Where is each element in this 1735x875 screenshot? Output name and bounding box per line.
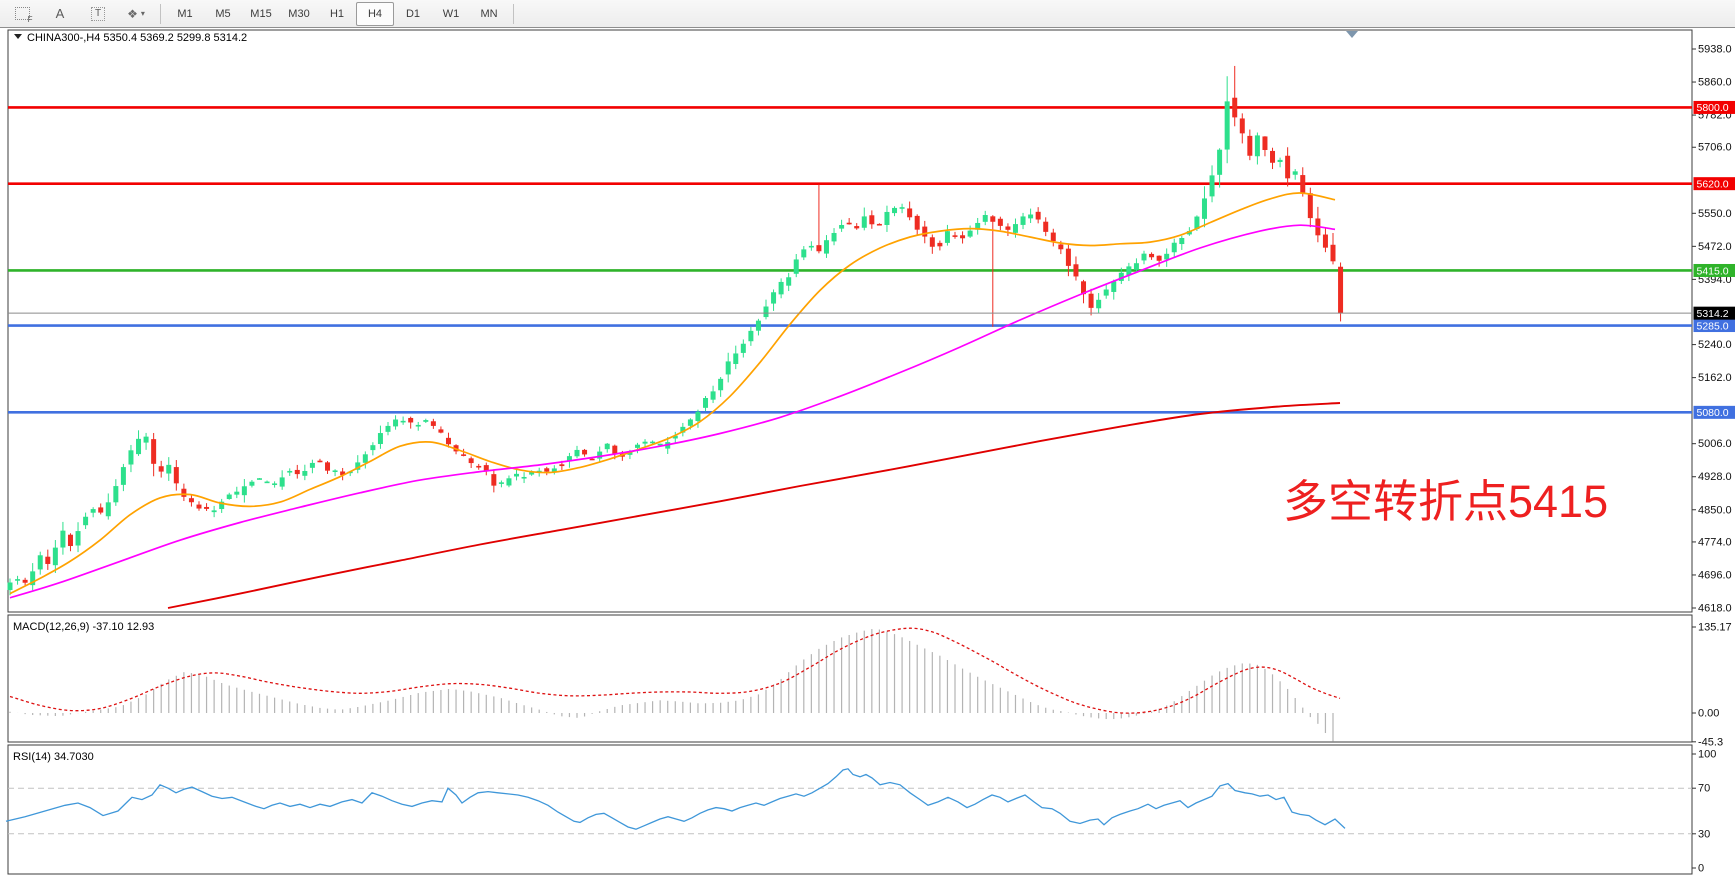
rsi-tick-label: 100 bbox=[1698, 749, 1716, 761]
svg-text:5080.0: 5080.0 bbox=[1697, 407, 1729, 419]
svg-text:5620.0: 5620.0 bbox=[1697, 178, 1729, 190]
timeframe-m15-button[interactable]: M15 bbox=[242, 2, 280, 26]
svg-text:5314.2: 5314.2 bbox=[1697, 308, 1729, 320]
timeframe-m30-button[interactable]: M30 bbox=[280, 2, 318, 26]
timeframe-m5-button[interactable]: M5 bbox=[204, 2, 242, 26]
candle bbox=[257, 478, 262, 480]
price-tick-label: 5938.0 bbox=[1698, 44, 1732, 56]
price-tick-label: 5706.0 bbox=[1698, 142, 1732, 154]
chart-window: 5938.05860.05782.05706.05550.05472.05394… bbox=[0, 28, 1735, 875]
macd-tick-label: 0.00 bbox=[1698, 708, 1719, 720]
macd-label: MACD(12,26,9) -37.10 12.93 bbox=[13, 621, 154, 633]
toolbar-separator bbox=[160, 4, 161, 24]
timeframe-d1-button[interactable]: D1 bbox=[394, 2, 432, 26]
timeframe-mn-button[interactable]: MN bbox=[470, 2, 508, 26]
price-tick-label: 5240.0 bbox=[1698, 339, 1732, 351]
svg-text:5415.0: 5415.0 bbox=[1697, 265, 1729, 277]
price-tick-label: 5162.0 bbox=[1698, 372, 1732, 384]
price-tick-label: 4696.0 bbox=[1698, 569, 1732, 581]
price-tick-label: 5006.0 bbox=[1698, 438, 1732, 450]
chevron-down-icon: ▾ bbox=[141, 9, 145, 18]
price-tag-5620.0: 5620.0 bbox=[1694, 177, 1735, 190]
rsi-tick-label: 30 bbox=[1698, 828, 1710, 840]
chart-title: CHINA300-,H4 5350.4 5369.2 5299.8 5314.2 bbox=[27, 32, 247, 44]
price-tick-label: 4850.0 bbox=[1698, 504, 1732, 516]
price-tick-label: 5472.0 bbox=[1698, 241, 1732, 253]
price-tick-label: 5860.0 bbox=[1698, 77, 1732, 89]
shapes-button[interactable]: ❖▾ bbox=[117, 2, 155, 26]
price-tag-5285.0: 5285.0 bbox=[1694, 319, 1735, 332]
annotation-text: 多空转折点5415 bbox=[1283, 476, 1608, 527]
price-tick-label: 5550.0 bbox=[1698, 208, 1732, 220]
macd-tick-label: 135.17 bbox=[1698, 622, 1732, 634]
timeframe-w1-button[interactable]: W1 bbox=[432, 2, 470, 26]
price-tick-label: 4774.0 bbox=[1698, 536, 1732, 548]
rsi-tick-label: 0 bbox=[1698, 863, 1704, 875]
timeframe-h4-button[interactable]: H4 bbox=[356, 2, 394, 26]
price-tag-5800.0: 5800.0 bbox=[1694, 101, 1735, 114]
price-tick-label: 4618.0 bbox=[1698, 603, 1732, 615]
chart-grid-f-button[interactable]: F bbox=[3, 2, 41, 26]
rsi-panel[interactable] bbox=[8, 745, 1692, 874]
svg-text:5285.0: 5285.0 bbox=[1697, 320, 1729, 332]
toolbar-separator bbox=[513, 4, 514, 24]
macd-panel[interactable] bbox=[8, 615, 1692, 742]
drawing-tools-group: F A T ❖▾ bbox=[3, 2, 155, 26]
candle bbox=[1338, 263, 1343, 322]
text-a-icon: A bbox=[56, 6, 65, 21]
svg-text:5800.0: 5800.0 bbox=[1697, 102, 1729, 114]
text-box-t-button[interactable]: T bbox=[79, 2, 117, 26]
timeframe-m1-button[interactable]: M1 bbox=[166, 2, 204, 26]
rsi-label: RSI(14) 34.7030 bbox=[13, 751, 94, 763]
text-box-t-icon: T bbox=[91, 7, 105, 21]
chart-grid-f-icon: F bbox=[15, 7, 30, 20]
macd-tick-label: -45.3 bbox=[1698, 736, 1723, 748]
shapes-icon: ❖ bbox=[127, 7, 138, 21]
price-tag-5080.0: 5080.0 bbox=[1694, 406, 1735, 419]
toolbar: F A T ❖▾ M1M5M15M30H1H4D1W1MN bbox=[0, 0, 1735, 28]
rsi-tick-label: 70 bbox=[1698, 783, 1710, 795]
price-tick-label: 4928.0 bbox=[1698, 471, 1732, 483]
current-price-tag: 5314.2 bbox=[1694, 307, 1735, 320]
price-tag-5415.0: 5415.0 bbox=[1694, 264, 1735, 277]
text-a-button[interactable]: A bbox=[41, 2, 79, 26]
timeframe-h1-button[interactable]: H1 bbox=[318, 2, 356, 26]
timeframe-group: M1M5M15M30H1H4D1W1MN bbox=[166, 2, 508, 26]
